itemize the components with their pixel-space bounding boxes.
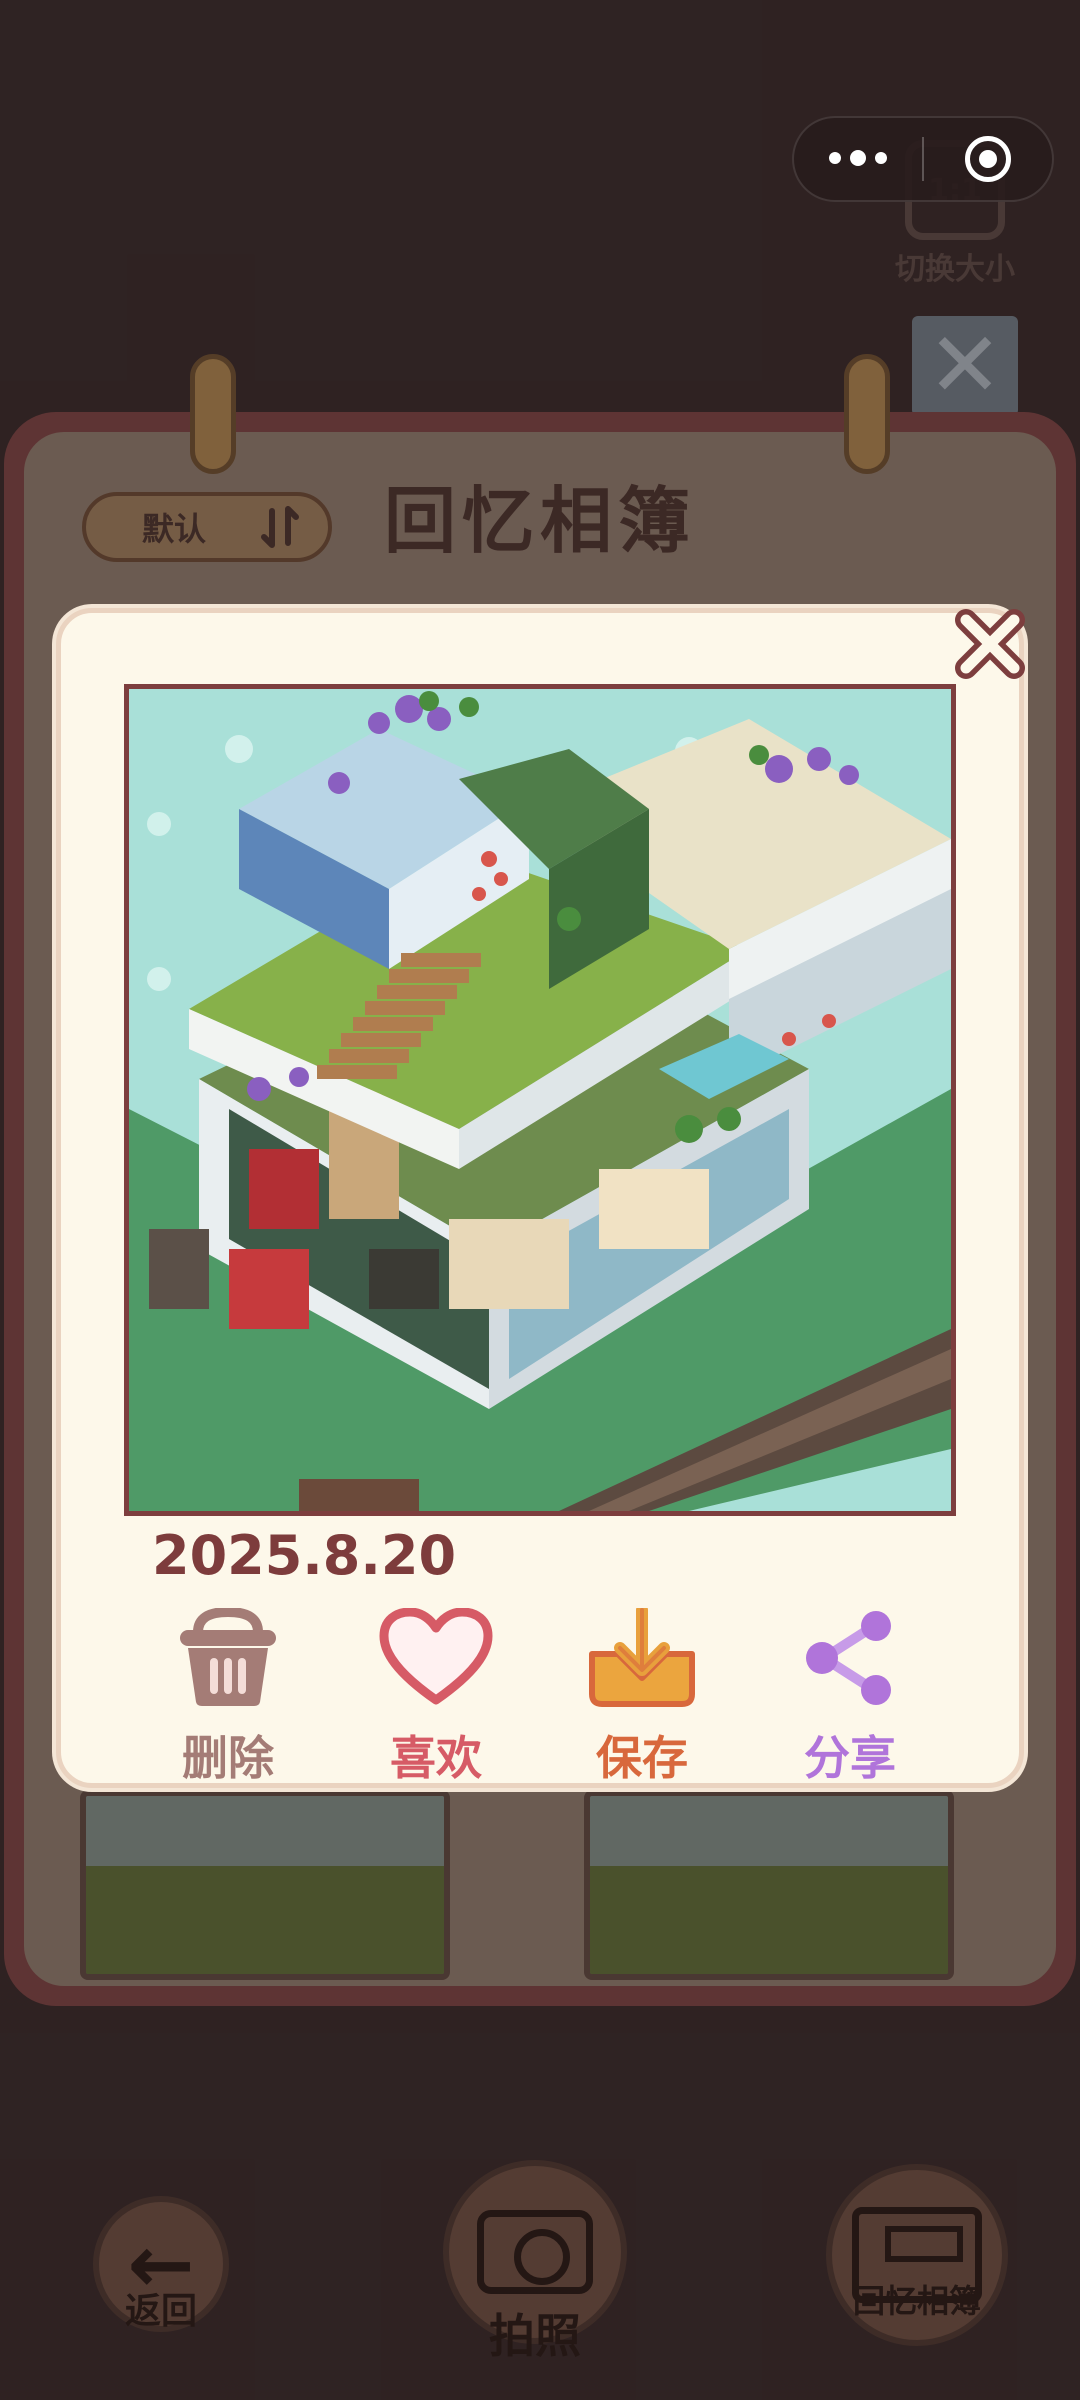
photo-date: 2025.8.20: [152, 1524, 457, 1587]
more-button[interactable]: [794, 118, 922, 200]
album-book-icon: [852, 2207, 982, 2303]
album-close-icon[interactable]: ✕: [912, 316, 1018, 416]
save-button[interactable]: 保存: [562, 1604, 722, 1788]
album-thumbnail[interactable]: [80, 1790, 450, 1980]
sort-button[interactable]: 默认: [82, 492, 332, 562]
sort-icon: [261, 506, 299, 548]
share-button[interactable]: 分享: [770, 1608, 930, 1788]
exit-button[interactable]: [924, 118, 1052, 200]
sort-label: 默认: [142, 510, 207, 548]
more-dots-icon: [829, 150, 887, 166]
photo-image: [124, 684, 956, 1516]
mini-program-capsule: [792, 116, 1054, 202]
delete-label: 删除: [182, 1731, 274, 1785]
back-button[interactable]: ← 返回: [86, 2196, 236, 2334]
delete-button[interactable]: 删除: [148, 1606, 308, 1788]
camera-icon: [477, 2210, 593, 2294]
close-icon[interactable]: [952, 606, 1028, 682]
back-label: 返回: [124, 2291, 197, 2332]
memory-album-button[interactable]: 回忆相簿: [822, 2164, 1012, 2346]
album-pin-left: [190, 354, 236, 474]
heart-icon: [379, 1607, 493, 1705]
download-tray-icon: [589, 1604, 695, 1707]
album-pin-right: [844, 354, 890, 474]
like-label: 喜欢: [390, 1731, 482, 1785]
album-thumbnail[interactable]: [584, 1790, 954, 1980]
share-icon: [806, 1611, 891, 1705]
save-label: 保存: [596, 1731, 688, 1785]
share-label: 分享: [804, 1731, 896, 1785]
isometric-house-illustration: [129, 689, 951, 1511]
trash-icon: [180, 1606, 276, 1706]
take-photo-button[interactable]: 拍照: [440, 2160, 630, 2366]
like-button[interactable]: 喜欢: [356, 1607, 516, 1788]
target-circle-icon: [965, 136, 1011, 182]
switch-size-label: 切换大小: [895, 252, 1015, 287]
take-photo-label: 拍照: [489, 2309, 581, 2363]
